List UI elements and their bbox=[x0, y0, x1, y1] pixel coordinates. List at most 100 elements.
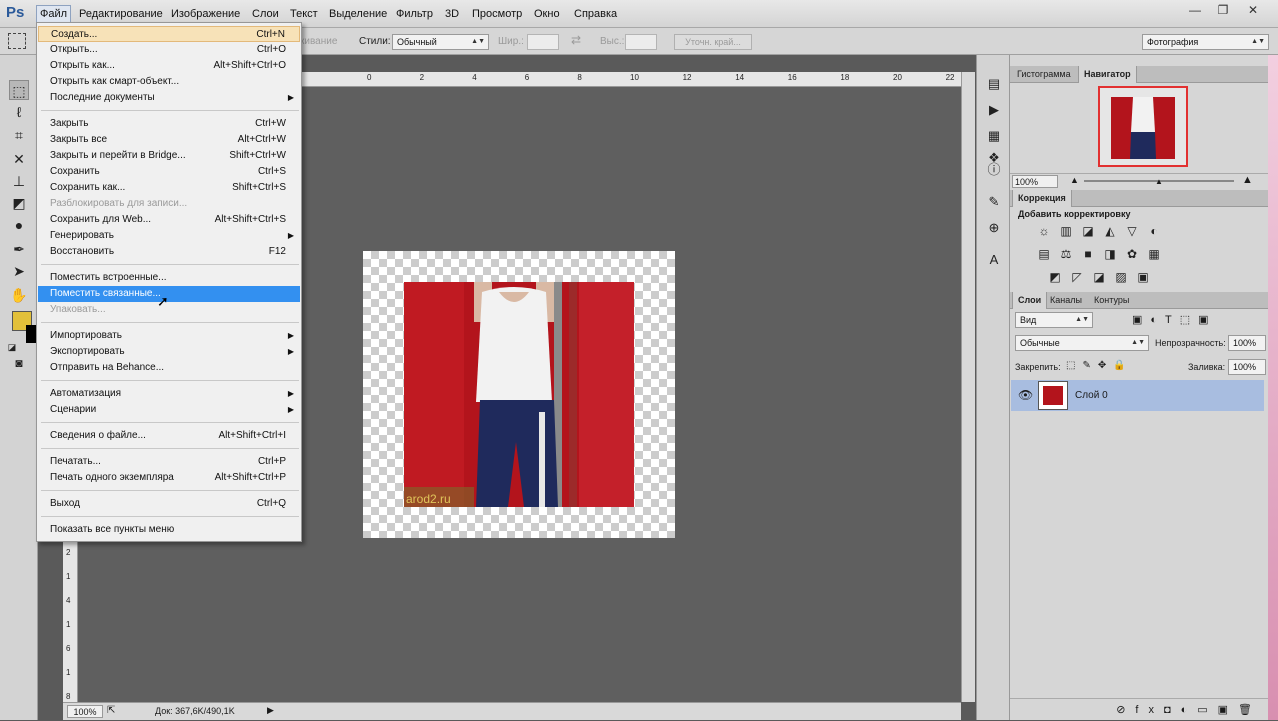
adjustment-icon[interactable]: ◩ bbox=[1048, 271, 1062, 283]
layer-row[interactable]: 👁 Слой 0 bbox=[1011, 380, 1264, 411]
file-menu-item[interactable]: Выход Ctrl+Q bbox=[38, 496, 300, 512]
swatches-icon[interactable]: ▦ bbox=[985, 127, 1003, 145]
fill-field[interactable]: 100% bbox=[1228, 359, 1266, 375]
character-icon[interactable]: A bbox=[985, 251, 1003, 269]
file-menu-item[interactable]: Поместить связанные... bbox=[38, 286, 300, 302]
eraser-tool-icon[interactable]: ◩ bbox=[9, 193, 29, 213]
adjustment-icon[interactable]: ▨ bbox=[1114, 271, 1128, 283]
path-select-tool-icon[interactable]: ➤ bbox=[9, 261, 29, 281]
menu-9[interactable]: Окно bbox=[534, 6, 560, 22]
vertical-scrollbar[interactable] bbox=[961, 72, 975, 702]
tab-paths[interactable]: Контуры bbox=[1089, 292, 1134, 309]
file-menu-item[interactable]: Сохранить Ctrl+S bbox=[38, 164, 300, 180]
adjustment-icon[interactable]: ◭ bbox=[1103, 225, 1117, 237]
adjustment-icon[interactable]: ✿ bbox=[1125, 248, 1139, 260]
marquee-preset-icon[interactable] bbox=[8, 33, 26, 49]
tab-histogram[interactable]: Гистограмма bbox=[1012, 66, 1076, 83]
tab-adjustments[interactable]: Коррекция bbox=[1012, 190, 1072, 207]
zoom-in-icon[interactable]: ▲ bbox=[1242, 174, 1253, 186]
height-field[interactable] bbox=[625, 34, 657, 50]
file-menu-item[interactable]: Последние документы ▶ bbox=[38, 90, 300, 106]
width-field[interactable] bbox=[527, 34, 559, 50]
menu-4[interactable]: Текст bbox=[290, 6, 318, 22]
adjustment-icon[interactable]: ◪ bbox=[1092, 271, 1106, 283]
adjustment-icon[interactable]: ◪ bbox=[1081, 225, 1095, 237]
menu-6[interactable]: Фильтр bbox=[396, 6, 433, 22]
lasso-tool-icon[interactable]: ℓ bbox=[9, 102, 29, 122]
blur-tool-icon[interactable]: ● bbox=[9, 215, 29, 235]
history-icon[interactable]: ▤ bbox=[985, 75, 1003, 93]
minimize-button[interactable]: — bbox=[1188, 3, 1202, 17]
menu-10[interactable]: Справка bbox=[574, 6, 617, 22]
layer-image[interactable]: arod2.ru bbox=[404, 282, 634, 507]
file-menu-item[interactable]: Генерировать ▶ bbox=[38, 228, 300, 244]
zoom-field[interactable]: 100% bbox=[67, 705, 103, 718]
layer-filter-select[interactable]: Вид ▲▼ bbox=[1015, 312, 1093, 328]
pen-tool-icon[interactable]: ✒ bbox=[9, 239, 29, 259]
adjustment-icon[interactable]: ▦ bbox=[1147, 248, 1161, 260]
file-menu-item[interactable]: Печать одного экземпляра Alt+Shift+Ctrl+P bbox=[38, 470, 300, 486]
blend-mode-select[interactable]: Обычные ▲▼ bbox=[1015, 335, 1149, 351]
swap-icon[interactable]: ⇄ bbox=[571, 33, 581, 47]
crop-tool-icon[interactable]: ⌗ bbox=[9, 125, 29, 145]
menu-5[interactable]: Выделение bbox=[329, 6, 387, 22]
menu-2[interactable]: Изображение bbox=[171, 6, 240, 22]
refine-edge-button[interactable]: Уточн. край... bbox=[674, 34, 752, 50]
adjustment-icon[interactable]: ▽ bbox=[1125, 225, 1139, 237]
file-menu-item[interactable]: Сохранить как... Shift+Ctrl+S bbox=[38, 180, 300, 196]
zoom-out-icon[interactable]: ▲ bbox=[1070, 175, 1079, 185]
file-menu-item[interactable]: Закрыть и перейти в Bridge... Shift+Ctrl+… bbox=[38, 148, 300, 164]
stamp-tool-icon[interactable]: ⊥ bbox=[9, 171, 29, 191]
adjustment-icon[interactable]: ■ bbox=[1081, 248, 1095, 260]
layer-name[interactable]: Слой 0 bbox=[1075, 390, 1108, 401]
quick-mask-icon[interactable]: ◙ bbox=[9, 353, 29, 373]
style-select[interactable]: Обычный ▲▼ bbox=[392, 34, 489, 50]
file-menu-item[interactable]: Сценарии ▶ bbox=[38, 402, 300, 418]
file-menu-item[interactable]: Создать... Ctrl+N bbox=[38, 26, 300, 42]
adjustment-icon[interactable]: ◐ bbox=[1147, 225, 1161, 237]
file-menu-item[interactable]: Восстановить F12 bbox=[38, 244, 300, 260]
restore-button[interactable]: ❐ bbox=[1216, 3, 1230, 17]
menu-7[interactable]: 3D bbox=[445, 6, 459, 22]
file-menu-item[interactable]: Сохранить для Web... Alt+Shift+Ctrl+S bbox=[38, 212, 300, 228]
adjustment-icon[interactable]: ▣ bbox=[1136, 271, 1150, 283]
hand-tool-icon[interactable]: ✋ bbox=[9, 285, 29, 305]
navigator-thumbnail[interactable] bbox=[1098, 86, 1188, 167]
file-menu-item[interactable]: Отправить на Behance... bbox=[38, 360, 300, 376]
status-menu-arrow-icon[interactable]: ▶ bbox=[267, 705, 274, 716]
close-button[interactable]: ✕ bbox=[1246, 3, 1260, 17]
eye-icon[interactable]: 👁 bbox=[1018, 388, 1033, 402]
file-menu-item[interactable]: Открыть... Ctrl+O bbox=[38, 42, 300, 58]
zoom-slider-handle[interactable]: ▲ bbox=[1155, 177, 1163, 186]
workspace-select[interactable]: Фотография ▲▼ bbox=[1142, 34, 1269, 50]
file-menu-item[interactable]: Поместить встроенные... bbox=[38, 270, 300, 286]
lock-icons[interactable]: ⬚✎✥🔒 bbox=[1066, 360, 1133, 371]
file-menu-item[interactable]: Импортировать ▶ bbox=[38, 328, 300, 344]
file-menu-item[interactable]: Открыть как... Alt+Shift+Ctrl+O bbox=[38, 58, 300, 74]
brush-icon[interactable]: ✎ bbox=[985, 193, 1003, 211]
navigator-zoom-field[interactable]: 100% bbox=[1012, 175, 1058, 188]
menu-1[interactable]: Редактирование bbox=[79, 6, 163, 22]
layers-footer-icons[interactable]: ⊘fx◘◐▭▣🗑 bbox=[1010, 698, 1268, 720]
file-menu-item[interactable]: Закрыть Ctrl+W bbox=[38, 116, 300, 132]
menu-3[interactable]: Слои bbox=[252, 6, 279, 22]
healing-tool-icon[interactable]: ✕ bbox=[9, 149, 29, 169]
opacity-field[interactable]: 100% bbox=[1228, 335, 1266, 351]
layer-filter-icons[interactable]: ▣◐T⬚▣ bbox=[1132, 313, 1217, 326]
file-menu-item[interactable]: Экспортировать ▶ bbox=[38, 344, 300, 360]
adjustment-icon[interactable]: ▥ bbox=[1059, 225, 1073, 237]
file-menu-item[interactable]: Автоматизация ▶ bbox=[38, 386, 300, 402]
adjustment-icon[interactable]: ◸ bbox=[1070, 271, 1084, 283]
share-icon[interactable]: ⇱ bbox=[107, 705, 115, 716]
marquee-tool-icon[interactable]: ⬚ bbox=[9, 80, 29, 100]
adjustment-icon[interactable]: ◨ bbox=[1103, 248, 1117, 260]
tab-channels[interactable]: Каналы bbox=[1045, 292, 1087, 309]
file-menu-item[interactable]: Сведения о файле... Alt+Shift+Ctrl+I bbox=[38, 428, 300, 444]
tab-layers[interactable]: Слои bbox=[1012, 292, 1048, 309]
adjustment-icon[interactable]: ⚖ bbox=[1059, 248, 1073, 260]
adjustment-icon[interactable]: ☼ bbox=[1037, 225, 1051, 237]
adjustment-icon[interactable]: ▤ bbox=[1037, 248, 1051, 260]
file-menu-item[interactable]: Закрыть все Alt+Ctrl+W bbox=[38, 132, 300, 148]
menu-0[interactable]: Файл bbox=[36, 5, 72, 23]
file-menu-item[interactable]: Открыть как смарт-объект... bbox=[38, 74, 300, 90]
